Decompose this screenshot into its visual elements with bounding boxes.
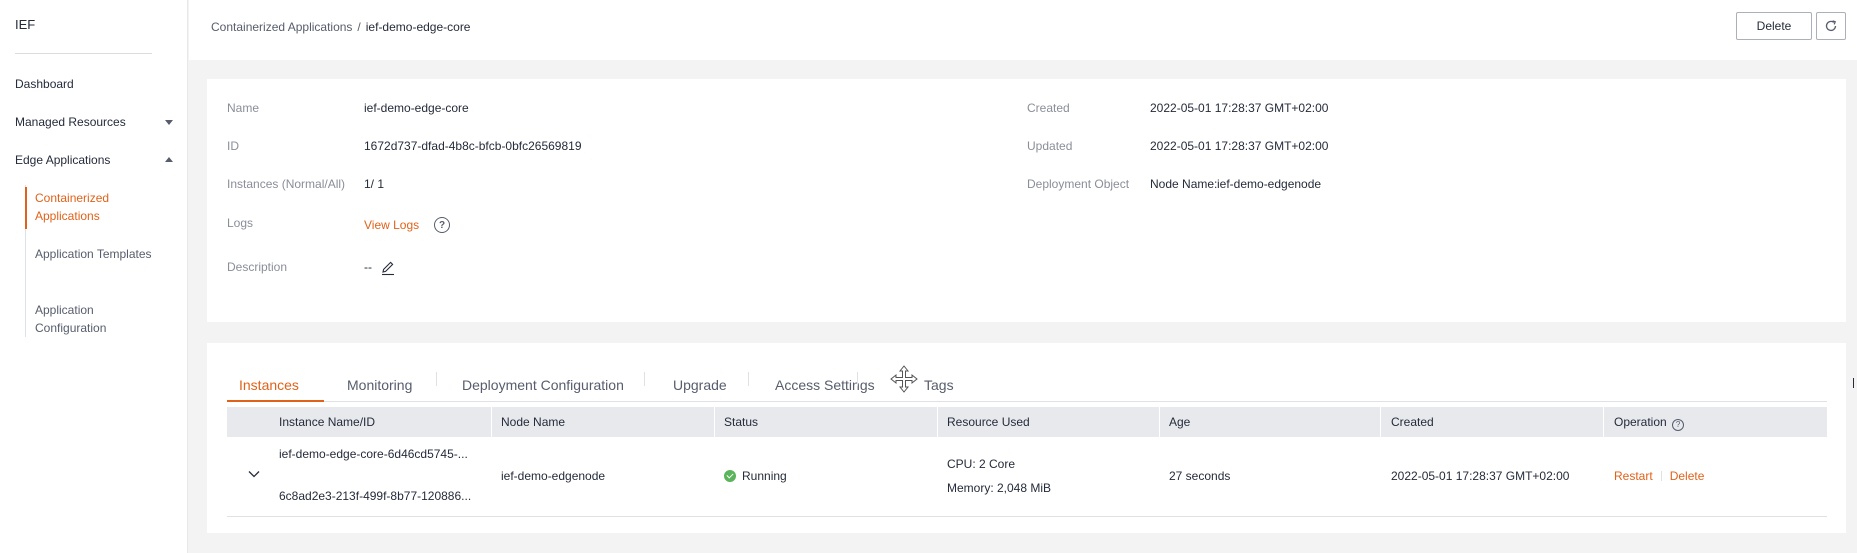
breadcrumb-separator: /	[357, 20, 361, 34]
restart-button[interactable]: Restart	[1614, 469, 1653, 483]
sidebar: IEF Dashboard Managed Resources Edge App…	[0, 0, 188, 553]
refresh-icon	[1825, 20, 1837, 32]
logs-label: Logs	[227, 216, 254, 230]
deployment-object-key: Node Name:	[1150, 177, 1218, 191]
age-value: 27 seconds	[1169, 469, 1231, 483]
view-logs-link[interactable]: View Logs	[364, 218, 419, 232]
delete-button[interactable]: Delete	[1670, 469, 1705, 483]
updated-label: Updated	[1027, 139, 1073, 153]
instance-name: ief-demo-edge-core-6d46cd5745-...	[279, 447, 468, 461]
breadcrumb-current: ief-demo-edge-core	[365, 20, 471, 34]
column-divider	[1380, 407, 1381, 437]
column-divider	[491, 407, 492, 437]
column-instance-name: Instance Name/ID	[279, 415, 376, 429]
tab-deployment-configuration[interactable]: Deployment Configuration	[462, 377, 624, 393]
column-divider	[1159, 407, 1160, 437]
app-logo: IEF	[15, 17, 36, 32]
column-created: Created	[1391, 415, 1434, 429]
sidebar-item-containerized-applications[interactable]: Containerized Applications	[35, 189, 155, 225]
chevron-down-icon[interactable]	[165, 120, 173, 125]
sidebar-item-dashboard[interactable]: Dashboard	[15, 77, 74, 91]
column-status: Status	[724, 415, 759, 429]
column-resource-used: Resource Used	[947, 415, 1030, 429]
tab-separator	[748, 372, 749, 386]
chevron-down-icon[interactable]	[247, 469, 261, 479]
tab-monitoring[interactable]: Monitoring	[347, 377, 412, 393]
delete-button[interactable]: Delete	[1736, 12, 1812, 40]
sidebar-item-application-configuration[interactable]: Application Configuration	[35, 301, 155, 337]
deployment-object-label: Deployment Object	[1027, 177, 1130, 191]
tab-separator	[857, 372, 858, 386]
operation-divider	[1660, 471, 1662, 481]
column-operation: Operation ?	[1614, 407, 1685, 437]
updated-value: 2022-05-01 17:28:37 GMT+02:00	[1150, 139, 1329, 153]
breadcrumb-parent[interactable]: Containerized Applications	[211, 20, 352, 34]
edit-icon[interactable]	[380, 260, 396, 276]
sidebar-item-application-templates[interactable]: Application Templates	[35, 245, 155, 263]
memory-usage: Memory: 2,048 MiB	[947, 481, 1052, 495]
column-divider	[1603, 407, 1604, 437]
chevron-up-icon[interactable]	[165, 157, 173, 162]
details-card: Name ief-demo-edge-core ID 1672d737-dfad…	[207, 79, 1846, 322]
created-label: Created	[1027, 101, 1070, 115]
status-text: Running	[742, 469, 787, 483]
deployment-object-value: ief-demo-edgenode	[1217, 177, 1322, 191]
tab-separator	[436, 372, 437, 386]
name-value: ief-demo-edge-core	[364, 101, 469, 115]
status-badge: Running	[724, 469, 787, 483]
id-value: 1672d737-dfad-4b8c-bfcb-0bfc26569819	[364, 139, 582, 153]
sidebar-divider	[15, 53, 152, 54]
description-label: Description	[227, 260, 288, 274]
tab-upgrade[interactable]: Upgrade	[673, 377, 727, 393]
created-value: 2022-05-01 17:28:37 GMT+02:00	[1391, 469, 1570, 483]
table-row: ief-demo-edge-core-6d46cd5745-... 6c8ad2…	[227, 437, 1827, 517]
tab-bar: Instances Monitoring Deployment Configur…	[227, 367, 1827, 402]
description-value: --	[364, 260, 372, 274]
instance-id: 6c8ad2e3-213f-499f-8b77-120886...	[279, 489, 472, 503]
instances-card: Instances Monitoring Deployment Configur…	[207, 343, 1846, 533]
created-value: 2022-05-01 17:28:37 GMT+02:00	[1150, 101, 1329, 115]
column-operation-label: Operation	[1614, 415, 1667, 429]
table-header: Instance Name/ID Node Name Status Resour…	[227, 407, 1827, 437]
refresh-button[interactable]	[1816, 12, 1846, 40]
top-bar: Containerized Applications / ief-demo-edge…	[189, 0, 1857, 60]
breadcrumb: Containerized Applications / ief-demo-edge…	[211, 20, 470, 34]
id-label: ID	[227, 139, 239, 153]
sidebar-item-managed-resources[interactable]: Managed Resources	[15, 115, 126, 129]
help-icon[interactable]: ?	[1672, 419, 1685, 431]
column-divider	[937, 407, 938, 437]
check-circle-icon	[724, 470, 736, 482]
move-cursor-icon	[890, 365, 918, 393]
instances-label: Instances (Normal/All)	[227, 177, 346, 191]
operation-cell: Restart Delete	[1614, 469, 1704, 483]
cpu-usage: CPU: 2 Core	[947, 457, 1016, 471]
node-name-link[interactable]: ief-demo-edgenode	[501, 469, 605, 483]
column-node-name: Node Name	[501, 415, 566, 429]
tab-instances[interactable]: Instances	[239, 377, 299, 393]
sidebar-item-edge-applications[interactable]: Edge Applications	[15, 153, 110, 167]
column-age: Age	[1169, 415, 1191, 429]
name-label: Name	[227, 101, 260, 115]
active-tab-indicator	[227, 400, 324, 402]
tab-access-settings[interactable]: Access Settings	[775, 377, 875, 393]
tab-tags[interactable]: Tags	[924, 377, 954, 393]
tab-separator	[644, 372, 645, 386]
subnav-active-indicator	[25, 187, 27, 229]
help-icon[interactable]: ?	[434, 217, 450, 233]
column-divider	[714, 407, 715, 437]
instances-value: 1/ 1	[364, 177, 385, 191]
resize-handle[interactable]	[1853, 378, 1857, 388]
